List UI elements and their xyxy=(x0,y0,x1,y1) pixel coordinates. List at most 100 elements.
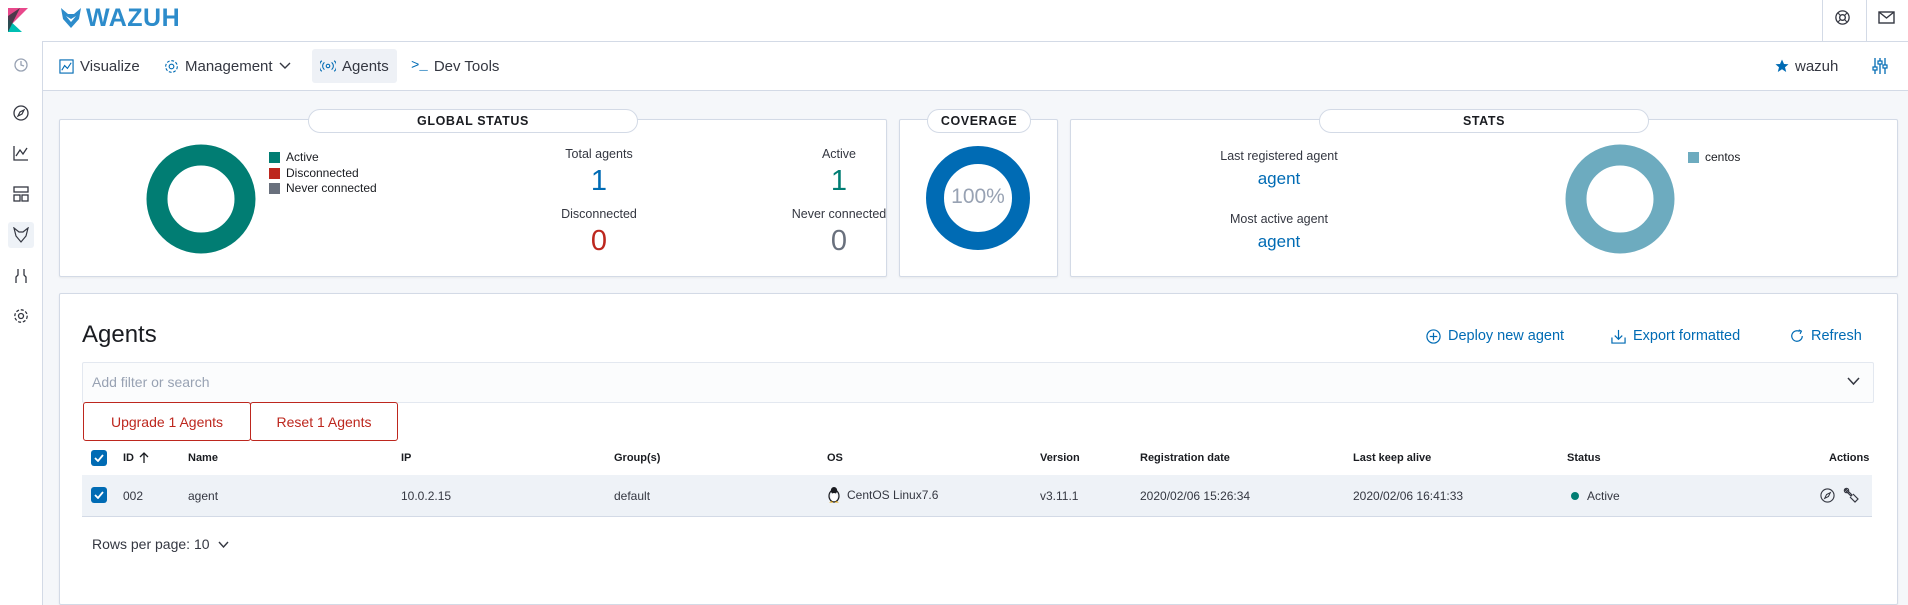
menu-agents[interactable]: Agents xyxy=(312,49,397,83)
cell-ip: 10.0.2.15 xyxy=(401,489,452,503)
total-agents-label: Total agents xyxy=(565,147,633,161)
configuration-wrench-icon[interactable] xyxy=(1843,487,1860,504)
last-registered-label: Last registered agent xyxy=(1220,149,1338,163)
menu-visualize-label: Visualize xyxy=(80,57,140,75)
export-formatted-button[interactable]: Export formatted xyxy=(1611,328,1740,344)
dev-tools-nav-icon[interactable] xyxy=(8,263,34,289)
global-status-title: GLOBAL STATUS xyxy=(308,109,638,133)
discover-agent-icon[interactable] xyxy=(1820,488,1835,503)
last-registered-agent-link[interactable]: agent xyxy=(1179,169,1379,189)
cell-status: Active xyxy=(1571,489,1620,503)
most-active-agent-link[interactable]: agent xyxy=(1179,232,1379,252)
star-icon xyxy=(1775,59,1789,72)
column-header-os[interactable]: OS xyxy=(827,452,843,464)
os-donut xyxy=(1565,144,1675,254)
never-connected-value: 0 xyxy=(830,225,848,257)
cell-os: CentOS Linux7.6 xyxy=(827,486,938,503)
kibana-logo-icon[interactable] xyxy=(6,8,30,32)
global-status-donut xyxy=(146,144,256,254)
column-header-status[interactable]: Status xyxy=(1567,452,1601,464)
export-label: Export formatted xyxy=(1633,328,1741,344)
column-header-last-keep-alive[interactable]: Last keep alive xyxy=(1353,452,1431,464)
column-label: ID xyxy=(123,452,134,464)
column-header-actions: Actions xyxy=(1829,452,1870,464)
cell-last-keep-alive: 2020/02/06 16:41:33 xyxy=(1353,489,1464,503)
legend-swatch xyxy=(1688,152,1699,164)
refresh-button[interactable]: Refresh xyxy=(1790,328,1862,344)
top-header: WAZUH xyxy=(0,0,1908,42)
stats-panel: STATS Last registered agent agent Most a… xyxy=(1070,109,1898,277)
menu-dev-tools[interactable]: >_ Dev Tools xyxy=(403,49,507,83)
cell-groups: default xyxy=(614,489,651,503)
legend-item-centos[interactable]: centos xyxy=(1688,150,1740,166)
user-menu[interactable]: wazuh xyxy=(1767,49,1846,83)
active-value: 1 xyxy=(830,165,848,197)
legend-swatch xyxy=(269,167,280,179)
chevron-down-icon[interactable] xyxy=(1847,377,1860,386)
wazuh-logo[interactable]: WAZUH xyxy=(60,4,180,32)
check-icon xyxy=(94,491,104,499)
legend-label: Disconnected xyxy=(286,165,359,180)
upgrade-agents-button[interactable]: Upgrade 1 Agents xyxy=(83,402,251,441)
brand-name: WAZUH xyxy=(86,3,181,32)
reset-agents-button[interactable]: Reset 1 Agents xyxy=(250,402,398,441)
plus-circle-icon xyxy=(1426,328,1441,344)
deploy-new-agent-button[interactable]: Deploy new agent xyxy=(1426,328,1564,344)
help-icon[interactable] xyxy=(1834,9,1851,26)
refresh-icon xyxy=(1791,329,1803,342)
rows-per-page-label: Rows per page: 10 xyxy=(92,536,210,552)
wazuh-app-icon[interactable] xyxy=(8,222,34,248)
agents-icon xyxy=(320,60,336,72)
devtools-icon: >_ xyxy=(411,58,428,74)
cell-id: 002 xyxy=(123,489,144,503)
menu-agents-label: Agents xyxy=(342,57,389,75)
visualize-nav-icon[interactable] xyxy=(8,140,34,166)
os-legend: centos xyxy=(1688,150,1740,166)
user-name: wazuh xyxy=(1795,57,1839,75)
menu-visualize[interactable]: Visualize xyxy=(51,49,148,83)
export-icon xyxy=(1611,329,1626,344)
chevron-down-icon xyxy=(218,541,229,548)
column-header-version[interactable]: Version xyxy=(1040,452,1080,464)
legend-item-never-connected[interactable]: Never connected xyxy=(269,181,377,197)
settings-nav-icon[interactable] xyxy=(8,303,34,329)
column-header-name[interactable]: Name xyxy=(188,452,218,464)
settings-sliders-icon[interactable] xyxy=(1872,57,1888,75)
recent-icon[interactable] xyxy=(8,52,34,78)
discover-icon[interactable] xyxy=(8,100,34,126)
rows-per-page-selector[interactable]: Rows per page: 10 xyxy=(92,536,229,552)
visualize-icon xyxy=(59,58,74,74)
divider xyxy=(1866,0,1867,41)
total-agents-value: 1 xyxy=(590,165,608,197)
column-header-ip[interactable]: IP xyxy=(401,452,411,464)
legend-item-active[interactable]: Active xyxy=(269,150,377,166)
menu-dev-tools-label: Dev Tools xyxy=(433,57,500,75)
menu-management[interactable]: Management xyxy=(156,49,299,83)
select-all-checkbox[interactable] xyxy=(91,450,107,466)
column-header-id[interactable]: ID xyxy=(123,452,149,464)
chevron-down-icon xyxy=(279,62,291,69)
linux-penguin-icon xyxy=(828,487,840,503)
status-label: Active xyxy=(1587,489,1620,503)
most-active-label: Most active agent xyxy=(1230,212,1328,226)
agents-search-bar[interactable]: Add filter or search xyxy=(82,362,1874,403)
table-header xyxy=(82,440,1872,476)
never-connected-label: Never connected xyxy=(791,207,887,221)
active-label: Active xyxy=(821,147,857,161)
column-header-groups[interactable]: Group(s) xyxy=(614,452,660,464)
coverage-value: 100% xyxy=(951,185,1005,208)
row-checkbox[interactable] xyxy=(91,487,107,503)
divider xyxy=(1822,0,1823,41)
mail-icon[interactable] xyxy=(1878,11,1895,24)
agents-title: Agents xyxy=(82,321,157,348)
disconnected-value: 0 xyxy=(590,225,608,257)
os-label: CentOS Linux7.6 xyxy=(847,487,939,502)
search-input[interactable]: Add filter or search xyxy=(92,374,210,390)
check-icon xyxy=(94,454,104,462)
legend-item-disconnected[interactable]: Disconnected xyxy=(269,166,377,182)
column-header-registration-date[interactable]: Registration date xyxy=(1140,452,1230,464)
disconnected-label: Disconnected xyxy=(561,207,637,221)
dashboard-icon[interactable] xyxy=(8,181,34,207)
stats-title: STATS xyxy=(1319,109,1649,133)
cell-name: agent xyxy=(188,489,219,503)
